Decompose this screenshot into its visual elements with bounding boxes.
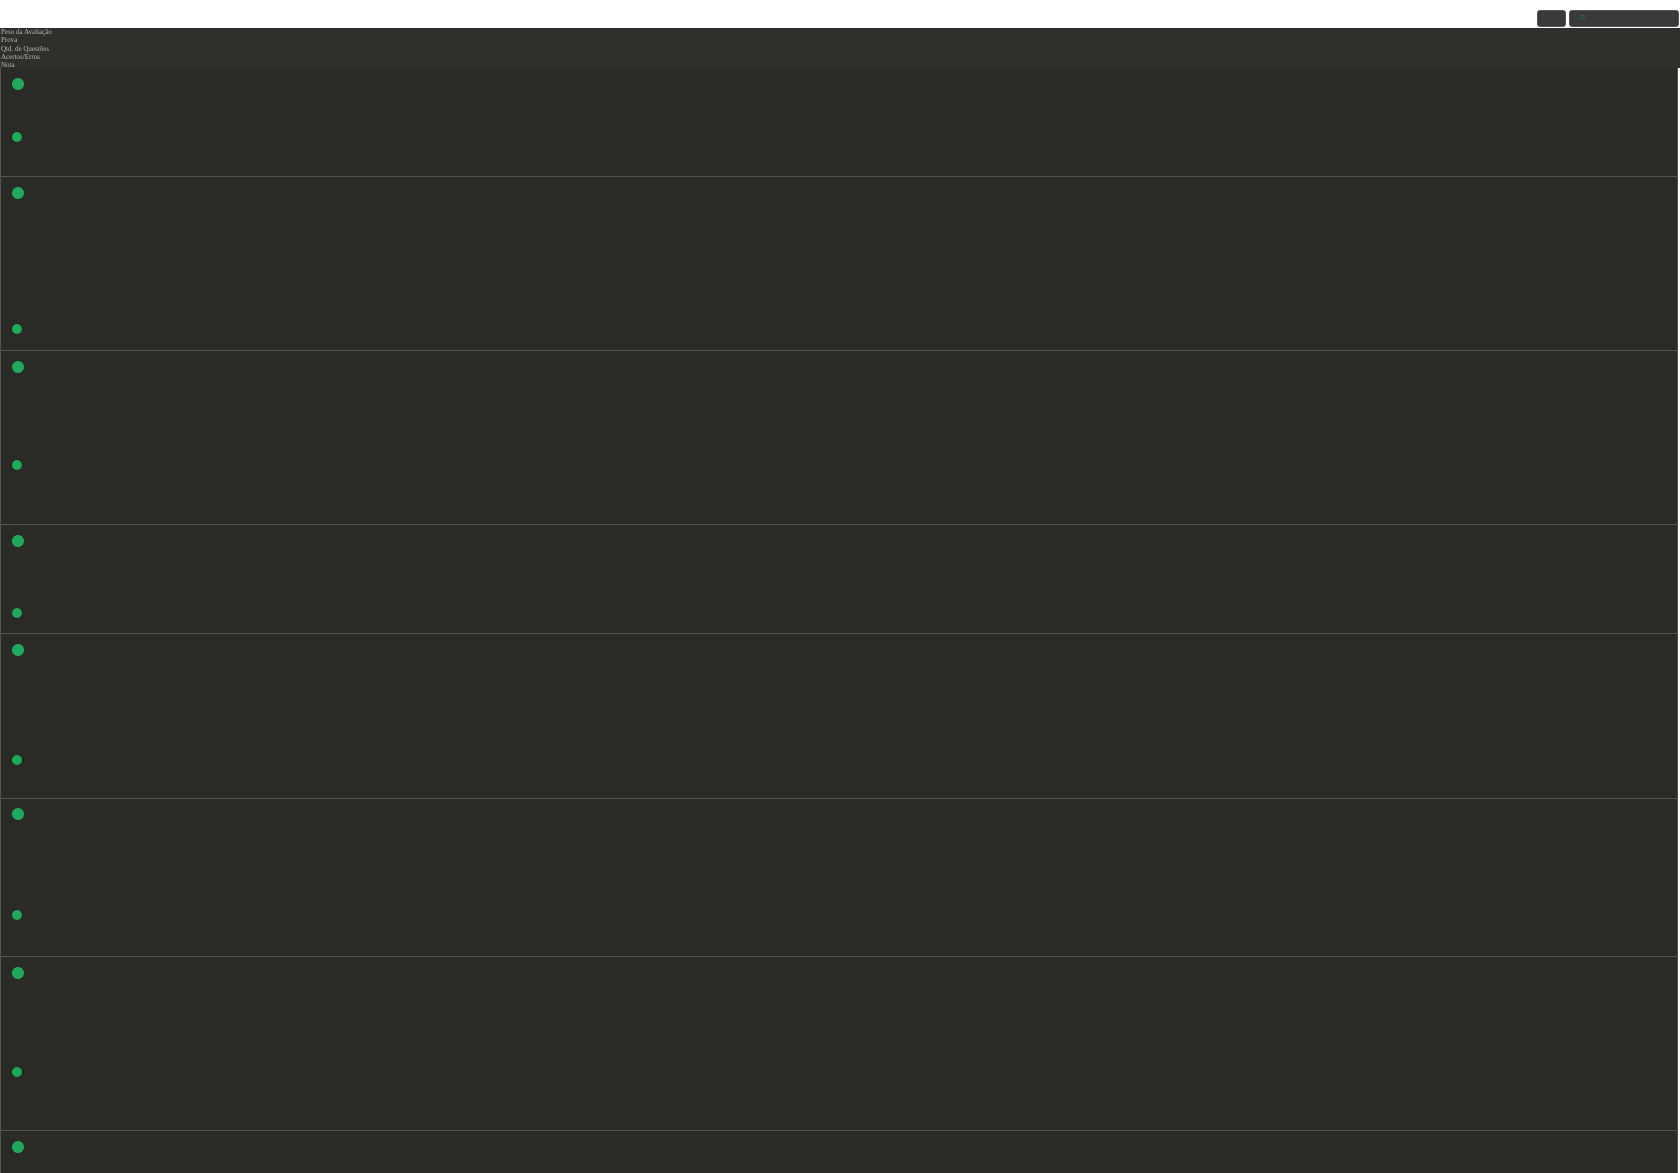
grade-header: Peso da Avaliação Prova Qtd. de Questões… [0,28,1680,69]
list-item[interactable] [0,634,1678,799]
list-item[interactable] [0,177,1678,351]
header-label-hits-misses: Acertos/Erros [1,53,40,61]
header-label-question-count: Qtd. de Questões [1,45,50,53]
status-dot-icon [12,1067,22,1077]
top-bar: ≡ [0,0,1680,28]
status-dot-icon [12,608,22,618]
menu-icon: ≡ [1579,13,1587,23]
status-dot-icon [12,535,24,547]
status-dot-icon [12,910,22,920]
list-item[interactable] [0,525,1678,634]
status-dot-icon [12,132,22,142]
toolbar-button[interactable] [1537,10,1566,27]
status-dot-icon [12,187,24,199]
header-label-exam: Prova [1,36,18,44]
list-item[interactable] [0,351,1678,525]
status-dot-icon [12,460,22,470]
status-dot-icon [12,644,24,656]
status-dot-icon [12,324,22,334]
status-dot-icon [12,361,24,373]
list-item[interactable] [0,957,1678,1131]
list-item[interactable] [0,799,1678,957]
status-dot-icon [12,78,24,90]
status-dot-icon [12,1141,24,1153]
list-item[interactable] [0,1131,1678,1173]
list-item[interactable] [0,68,1678,177]
menu-button[interactable]: ≡ [1569,10,1679,27]
status-dot-icon [12,755,22,765]
status-dot-icon [12,967,24,979]
status-dot-icon [12,808,24,820]
header-label-weight: Peso da Avaliação [1,28,52,36]
